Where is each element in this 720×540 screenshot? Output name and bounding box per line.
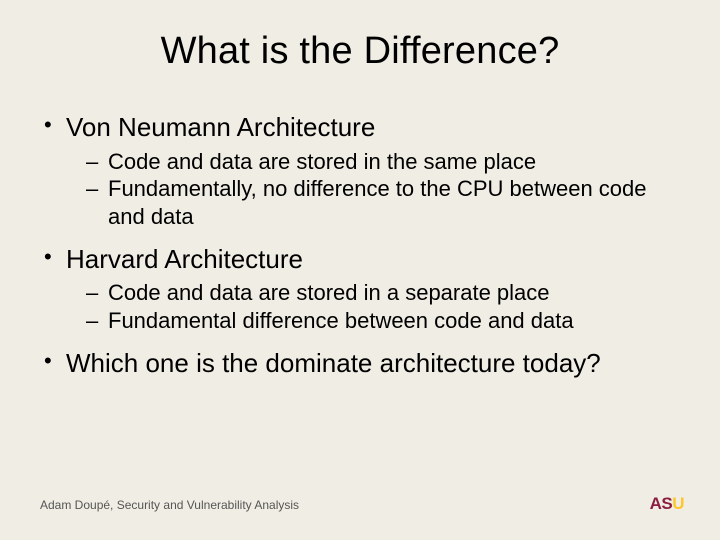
asu-logo: ASU: [650, 494, 684, 514]
footer-text: Adam Doupé, Security and Vulnerability A…: [40, 498, 299, 512]
sub-bullet: Fundamental difference between code and …: [86, 307, 680, 335]
sub-list: Code and data are stored in a separate p…: [66, 279, 680, 334]
bullet-harvard: Harvard Architecture Code and data are s…: [40, 243, 680, 335]
bullet-label: Von Neumann Architecture: [66, 112, 375, 142]
slide: What is the Difference? Von Neumann Arch…: [0, 0, 720, 540]
slide-title: What is the Difference?: [40, 30, 680, 73]
sub-bullet: Fundamentally, no difference to the CPU …: [86, 175, 680, 230]
logo-letter-u: U: [672, 494, 684, 514]
sub-list: Code and data are stored in the same pla…: [66, 148, 680, 231]
bullet-question: Which one is the dominate architecture t…: [40, 347, 680, 380]
bullet-list: Von Neumann Architecture Code and data a…: [40, 111, 680, 379]
bullet-label: Harvard Architecture: [66, 244, 303, 274]
sub-bullet: Code and data are stored in a separate p…: [86, 279, 680, 307]
bullet-von-neumann: Von Neumann Architecture Code and data a…: [40, 111, 680, 231]
logo-letter-a: A: [650, 494, 662, 514]
logo-letter-s: S: [661, 494, 672, 514]
bullet-label: Which one is the dominate architecture t…: [66, 348, 601, 378]
sub-bullet: Code and data are stored in the same pla…: [86, 148, 680, 176]
